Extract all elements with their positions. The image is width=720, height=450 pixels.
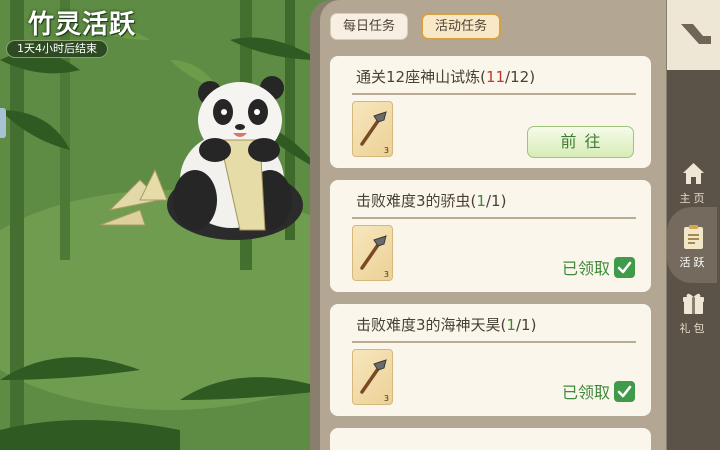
divider [352,93,636,95]
back-icon[interactable] [679,20,713,48]
task-progress-total: 1 [491,192,501,210]
task-progress-current: 1 [506,316,516,334]
divider [352,217,636,219]
task-card-2: 击败难度3的骄虫(1/1) 3 已领取 [330,180,651,292]
divider [352,341,636,343]
task-progress-total: 12 [510,68,530,86]
tab-daily-tasks[interactable]: 每日任务 [330,13,409,40]
task-name: 击败难度3的海神天昊 [356,316,501,334]
nav-label: 礼包 [679,322,708,335]
check-icon [614,381,635,402]
reward-item[interactable]: 3 [352,225,393,281]
tab-event-tasks[interactable]: 活动任务 [421,13,502,40]
reward-item[interactable]: 3 [352,349,393,405]
nav-label: 活跃 [679,256,708,269]
reward-item[interactable]: 3 [352,101,393,157]
task-card-1: 通关12座神山试炼(11/12) 3 前往 [330,56,651,168]
go-button[interactable]: 前往 [527,126,634,158]
nav-item-gift[interactable]: 礼包 [667,290,720,352]
task-title: 击败难度3的海神天昊(1/1) [356,316,537,334]
nav-header [667,0,720,70]
task-card-3: 击败难度3的海神天昊(1/1) 3 已领取 [330,304,651,416]
bamboo-forest-illustration [0,0,330,450]
claimed-label: 已领取 [562,259,611,278]
side-tab-edge[interactable] [0,108,6,138]
event-title: 竹灵活跃 [28,10,137,40]
reward-count: 3 [383,270,389,279]
hoe-icon [360,111,387,146]
task-card-4 [330,428,651,450]
reward-count: 3 [383,394,389,403]
hoe-icon [360,359,387,394]
home-icon [683,163,704,184]
event-title-banner: 竹灵活跃 1天4小时后结束 [0,0,150,58]
task-title: 击败难度3的骄虫(1/1) [356,192,507,210]
claimed-label: 已领取 [562,383,611,402]
reward-count: 3 [383,146,389,155]
hoe-icon [360,235,387,270]
nav-item-home[interactable]: 主页 [667,160,720,222]
event-timer: 1天4小时后结束 [6,40,108,58]
nav-item-activity[interactable]: 活跃 [667,224,720,286]
task-title: 通关12座神山试炼(11/12) [356,68,536,86]
task-progress-current: 11 [485,68,506,86]
nav-label: 主页 [679,192,708,205]
task-list-icon [684,225,703,249]
gift-icon [683,293,704,314]
task-progress-total: 1 [521,316,531,334]
task-progress-current: 1 [476,192,486,210]
check-icon [614,257,635,278]
task-name: 击败难度3的骄虫 [356,192,471,210]
task-name: 通关12座神山试炼 [356,68,481,86]
